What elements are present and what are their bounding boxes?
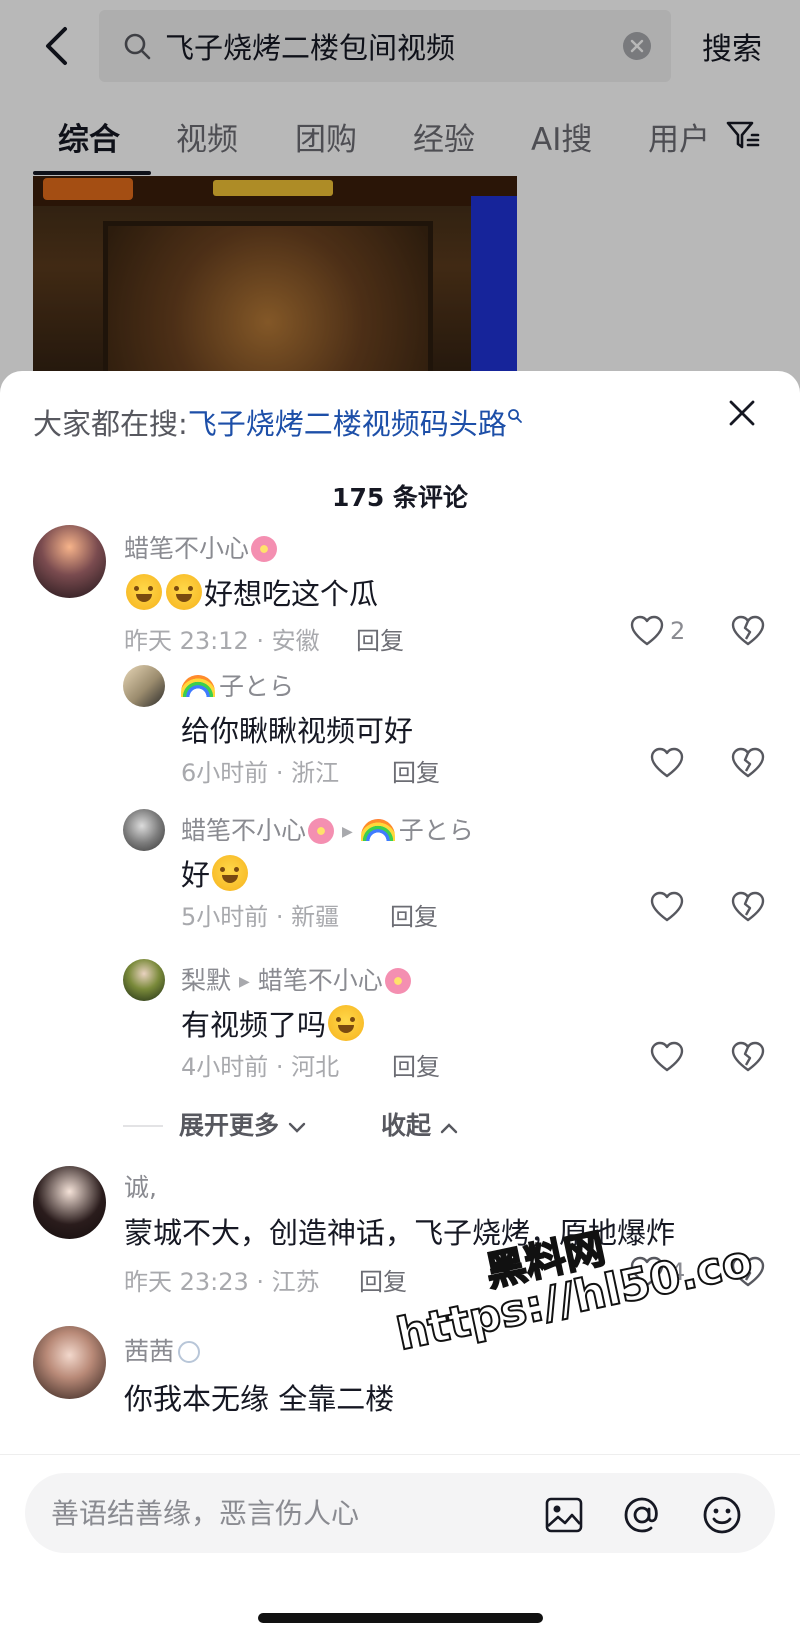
flower-emoji-icon — [384, 968, 411, 994]
reply-button[interactable]: 回复 — [356, 621, 404, 656]
image-icon[interactable] — [542, 1493, 586, 1537]
comment-author[interactable]: 梨默 ▶ 蜡笔不小心 — [181, 961, 411, 997]
comment-count: 175 条评论 — [332, 483, 468, 512]
rings-emoji-icon — [178, 1341, 201, 1363]
comment-text: 好 — [181, 852, 250, 894]
comment-composer — [0, 1454, 800, 1635]
rainbow-emoji-icon — [360, 819, 395, 841]
flower-emoji-icon — [308, 818, 335, 844]
like-button[interactable] — [650, 1041, 684, 1073]
avatar[interactable] — [123, 665, 165, 707]
chevron-up-icon — [440, 1123, 457, 1134]
reply-button[interactable]: 回复 — [390, 897, 438, 932]
broken-heart-icon[interactable] — [731, 615, 765, 651]
expand-row: 展开更多 收起 — [123, 1106, 623, 1146]
hot-search-link[interactable]: 飞子烧烤二楼视频码头路 — [188, 407, 507, 441]
heart-icon — [650, 891, 684, 922]
comment-author[interactable]: 诚, — [124, 1168, 157, 1204]
comment-text: 有视频了吗 — [181, 1002, 366, 1044]
comment-text: 你我本无缘 全靠二楼 — [124, 1382, 395, 1416]
comment-meta: 6小时前 · 浙江 — [181, 759, 340, 787]
emoji-icon[interactable] — [700, 1493, 744, 1537]
collapse-button[interactable]: 收起 — [381, 1106, 458, 1142]
avatar[interactable] — [123, 959, 165, 1001]
reply-button[interactable]: 回复 — [392, 753, 440, 788]
background-page: 飞子烧烤二楼包间视频 搜索 综合 视频 团购 经验 AI搜 用户 — [0, 0, 800, 400]
hot-search-prefix: 大家都在搜: — [33, 407, 188, 441]
heart-icon — [650, 1041, 684, 1072]
like-button[interactable] — [650, 891, 684, 923]
avatar[interactable] — [33, 525, 106, 598]
comment-input[interactable] — [51, 1473, 531, 1553]
heart-icon — [650, 747, 684, 778]
comment-author[interactable]: 蜡笔不小心 — [124, 529, 278, 565]
broken-heart-icon[interactable] — [731, 747, 765, 783]
avatar[interactable] — [33, 1326, 106, 1399]
like-button[interactable]: 2 — [630, 615, 685, 647]
comment-input-box[interactable] — [25, 1473, 775, 1553]
reply-arrow-icon: ▶ — [342, 824, 353, 840]
crying-laughing-emoji-icon — [212, 855, 249, 891]
at-icon[interactable] — [620, 1493, 664, 1537]
comments-sheet: 大家都在搜:飞子烧烤二楼视频码头路 175 条评论 蜡笔不小心 好想吃这个瓜 昨… — [0, 371, 800, 1635]
search-icon — [507, 409, 522, 423]
comment-meta: 昨天 23:12 · 安徽 — [124, 627, 320, 655]
comment-text: 给你瞅瞅视频可好 — [181, 714, 414, 748]
comment-text: 好想吃这个瓜 — [124, 571, 378, 613]
crying-laughing-emoji-icon — [166, 574, 202, 610]
comment-author[interactable]: 子とら — [181, 667, 294, 703]
chevron-down-icon — [288, 1122, 305, 1133]
heart-icon — [630, 615, 664, 646]
like-count: 2 — [670, 617, 686, 645]
like-button[interactable] — [650, 747, 684, 779]
expand-more-button[interactable]: 展开更多 — [179, 1106, 306, 1142]
rainbow-emoji-icon — [181, 675, 215, 697]
reply-arrow-icon: ▶ — [239, 974, 250, 990]
comment-author[interactable]: 蜡笔不小心 ▶ 子とら — [181, 811, 474, 847]
comment-author[interactable]: 茜茜 — [124, 1332, 201, 1368]
reply-button[interactable]: 回复 — [392, 1047, 440, 1082]
comment-meta: 昨天 23:23 · 江苏 — [124, 1268, 320, 1296]
comment-meta: 5小时前 · 新疆 — [181, 903, 340, 931]
close-icon[interactable] — [722, 393, 762, 433]
crying-laughing-emoji-icon — [328, 1005, 365, 1041]
flower-emoji-icon — [251, 536, 278, 562]
divider — [123, 1125, 163, 1127]
hot-search: 大家都在搜:飞子烧烤二楼视频码头路 — [33, 401, 523, 443]
avatar[interactable] — [33, 1166, 106, 1239]
home-indicator[interactable] — [258, 1613, 543, 1623]
dim-overlay[interactable] — [0, 0, 800, 400]
crying-laughing-emoji-icon — [126, 574, 162, 610]
broken-heart-icon[interactable] — [731, 1041, 765, 1077]
broken-heart-icon[interactable] — [731, 891, 765, 927]
comment-meta: 4小时前 · 河北 — [181, 1053, 340, 1081]
avatar[interactable] — [123, 809, 165, 851]
